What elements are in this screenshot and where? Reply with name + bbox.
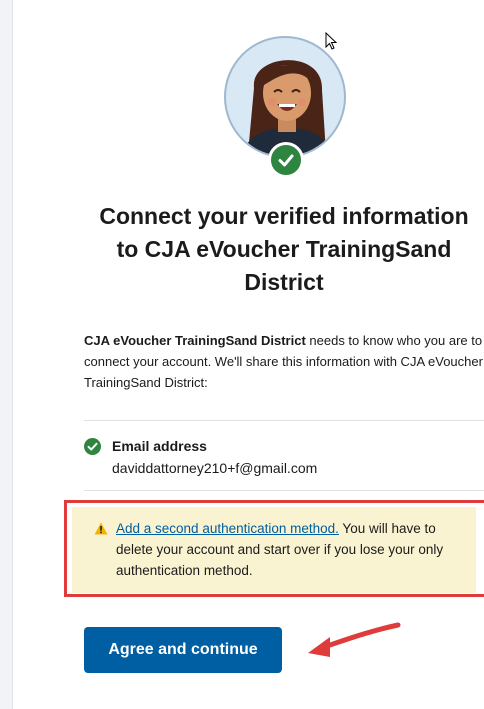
check-circle-icon: [84, 438, 101, 455]
mouse-cursor-icon: [325, 31, 338, 55]
page-title-line-3: District: [244, 269, 324, 295]
warning-text: Add a second authentication method. You …: [116, 518, 476, 581]
divider: [84, 420, 484, 421]
page-title-line-1: Connect your verified information: [99, 203, 469, 229]
left-gutter: [0, 0, 12, 709]
email-label: Email address: [112, 438, 207, 454]
divider: [84, 490, 484, 491]
person-illustration-icon: [241, 60, 333, 156]
warning-triangle-icon: [94, 522, 108, 540]
left-divider: [12, 0, 13, 709]
agree-and-continue-button[interactable]: Agree and continue: [84, 627, 282, 673]
email-value: daviddattorney210+f@gmail.com: [112, 460, 318, 476]
add-second-auth-method-link[interactable]: Add a second authentication method.: [116, 521, 339, 536]
annotation-arrow-icon: [300, 615, 404, 666]
page-title-line-2: to CJA eVoucher TrainingSand: [116, 236, 452, 262]
agency-name: CJA eVoucher TrainingSand District: [84, 333, 306, 348]
page-title: Connect your verified information to CJA…: [72, 200, 484, 299]
intro-paragraph: CJA eVoucher TrainingSand District needs…: [84, 330, 484, 393]
verified-check-icon: [268, 142, 304, 178]
